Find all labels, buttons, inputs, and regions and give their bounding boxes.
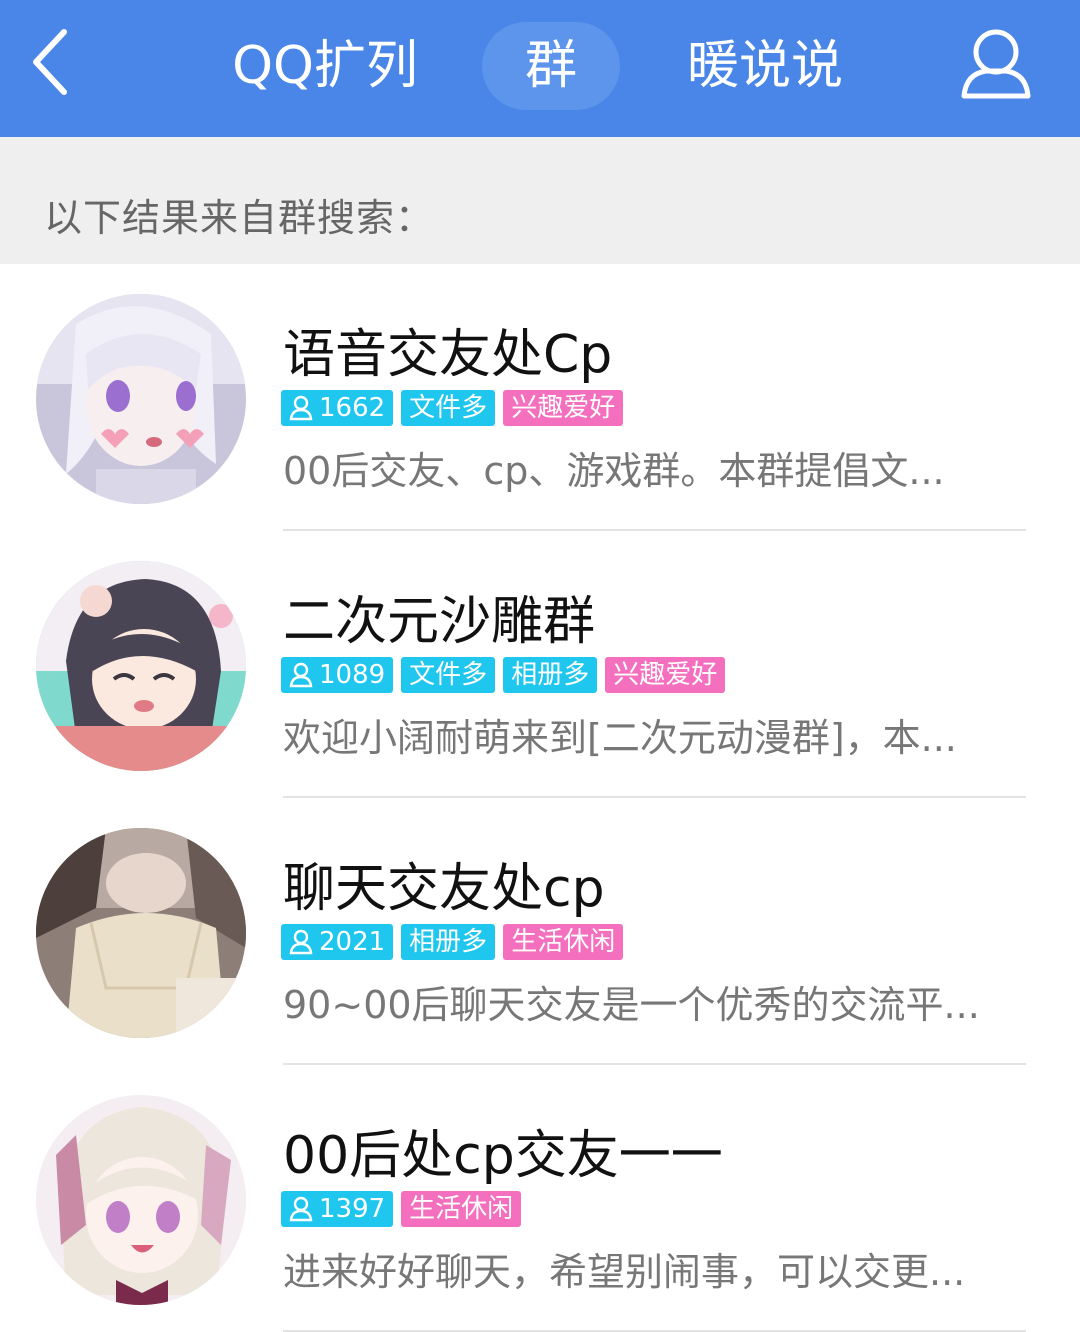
group-name: 二次元沙雕群 bbox=[283, 592, 596, 652]
group-avatar bbox=[36, 294, 246, 504]
tab-qq-kuolie[interactable]: QQ扩列 bbox=[220, 22, 430, 110]
tag-albums: 相册多 bbox=[503, 657, 598, 693]
group-name: 语音交友处Cp bbox=[283, 325, 613, 385]
tab-nuan-shuoshuo[interactable]: 暖说说 bbox=[670, 22, 860, 110]
search-source-banner: 以下结果来自群搜索： bbox=[0, 137, 1080, 264]
tag-files: 文件多 bbox=[401, 390, 496, 426]
member-count-badge: 1397 bbox=[281, 1191, 394, 1227]
group-name: 聊天交友处cp bbox=[283, 859, 605, 919]
chevron-left-icon bbox=[33, 29, 67, 95]
back-button[interactable] bbox=[24, 22, 84, 102]
member-count: 1089 bbox=[319, 660, 386, 690]
tag-category: 生活休闲 bbox=[503, 924, 624, 960]
group-avatar bbox=[36, 828, 246, 1038]
group-list-item[interactable]: 语音交友处Cp 1662 文件多 兴趣爱好 00后交友、cp、游戏群。本群提倡文… bbox=[0, 264, 1080, 531]
user-icon bbox=[961, 29, 1031, 99]
tag-category: 生活休闲 bbox=[401, 1191, 522, 1227]
group-avatar bbox=[36, 561, 246, 771]
group-description: 进来好好聊天，希望别闹事，可以交更... bbox=[283, 1250, 966, 1294]
group-list-item[interactable]: 聊天交友处cp 2021 相册多 生活休闲 90~00后聊天交友是一个优秀的交流… bbox=[0, 798, 1080, 1065]
member-icon bbox=[289, 395, 313, 421]
group-tags: 1397 生活休闲 bbox=[281, 1191, 522, 1227]
profile-button[interactable] bbox=[956, 24, 1036, 104]
member-count: 2021 bbox=[319, 927, 386, 957]
member-count: 1397 bbox=[319, 1194, 386, 1224]
group-list-item[interactable]: 二次元沙雕群 1089 文件多 相册多 兴趣爱好 欢迎小阔耐萌来到[二次元动漫群… bbox=[0, 531, 1080, 798]
group-tags: 2021 相册多 生活休闲 bbox=[281, 924, 624, 960]
member-count-badge: 2021 bbox=[281, 924, 394, 960]
group-description: 00后交友、cp、游戏群。本群提倡文... bbox=[283, 449, 945, 493]
member-count-badge: 1662 bbox=[281, 390, 394, 426]
tab-group[interactable]: 群 bbox=[482, 22, 620, 110]
group-description: 欢迎小阔耐萌来到[二次元动漫群]，本... bbox=[283, 716, 957, 760]
member-icon bbox=[289, 929, 313, 955]
group-result-list: 语音交友处Cp 1662 文件多 兴趣爱好 00后交友、cp、游戏群。本群提倡文… bbox=[0, 264, 1080, 1332]
tag-albums: 相册多 bbox=[401, 924, 496, 960]
group-list-item[interactable]: 00后处cp交友一一 1397 生活休闲 进来好好聊天，希望别闹事，可以交更..… bbox=[0, 1065, 1080, 1332]
group-name: 00后处cp交友一一 bbox=[283, 1126, 723, 1186]
member-icon bbox=[289, 1196, 313, 1222]
member-count-badge: 1089 bbox=[281, 657, 394, 693]
top-navigation-bar: QQ扩列 群 暖说说 bbox=[0, 0, 1080, 137]
group-tags: 1662 文件多 兴趣爱好 bbox=[281, 390, 624, 426]
group-avatar bbox=[36, 1095, 246, 1305]
tag-category: 兴趣爱好 bbox=[605, 657, 726, 693]
tag-category: 兴趣爱好 bbox=[503, 390, 624, 426]
group-description: 90~00后聊天交友是一个优秀的交流平... bbox=[283, 983, 980, 1027]
search-source-text: 以下结果来自群搜索： bbox=[44, 196, 435, 240]
group-tags: 1089 文件多 相册多 兴趣爱好 bbox=[281, 657, 726, 693]
member-count: 1662 bbox=[319, 393, 386, 423]
tag-files: 文件多 bbox=[401, 657, 496, 693]
member-icon bbox=[289, 662, 313, 688]
